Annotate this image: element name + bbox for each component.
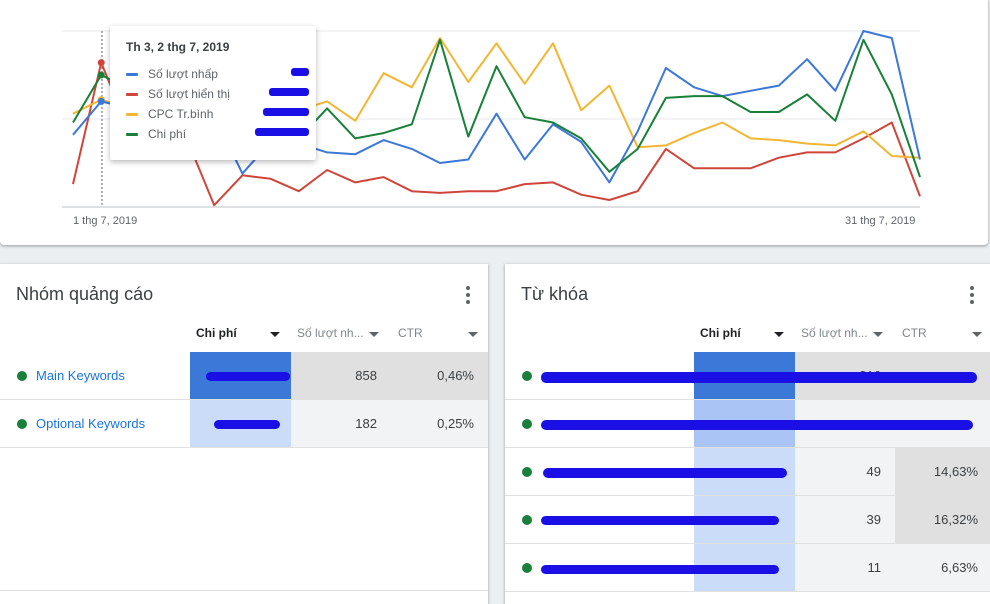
status-enabled-icon (17, 371, 27, 381)
dropdown-caret-icon (873, 332, 883, 337)
impressions-swatch (126, 93, 138, 96)
status-enabled-icon (522, 371, 532, 381)
redaction-scribble (206, 372, 290, 381)
cost-swatch (126, 133, 138, 136)
column-header-ctr[interactable]: CTR (392, 320, 488, 353)
redaction-scribble (541, 516, 779, 525)
tooltip-label: CPC Tr.bình (148, 107, 214, 121)
column-header-clicks[interactable]: Số lượt nh... (795, 320, 893, 353)
tooltip-label: Số lượt nhấp (148, 67, 218, 81)
clicks-cell: 39 (795, 496, 895, 543)
ctr-value: 0,46% (437, 368, 474, 383)
clicks-value: 182 (355, 416, 377, 431)
hover-point-3 (97, 71, 105, 79)
status-enabled-icon (522, 515, 532, 525)
ctr-cell: 0,46% (391, 352, 488, 399)
header-label: Chi phí (700, 326, 741, 340)
table-row[interactable]: Main Keywords 858 0,46% (0, 352, 488, 400)
redaction-scribble (263, 108, 309, 116)
x-tick-start: 1 thg 7, 2019 (73, 215, 138, 227)
redaction-scribble (541, 565, 779, 574)
clicks-cell: 182 (291, 400, 391, 447)
tooltip-row-clicks: Số lượt nhấp (126, 66, 311, 82)
clicks-value: 49 (866, 464, 881, 479)
header-label: Số lượt nh... (297, 326, 364, 340)
tooltip-label: Chi phí (148, 127, 187, 141)
sort-caret-icon (270, 332, 280, 337)
dropdown-caret-icon (468, 332, 478, 337)
clicks-cell: 858 (291, 352, 391, 399)
table-row[interactable]: 316 (505, 352, 990, 400)
table-row[interactable]: 49 14,63% (505, 448, 990, 496)
redaction-scribble (291, 68, 309, 76)
table-row[interactable]: 39 16,32% (505, 496, 990, 544)
table-row[interactable] (505, 400, 990, 448)
clicks-value: 39 (866, 512, 881, 527)
hover-point-1 (97, 59, 105, 67)
avg-cpc-swatch (126, 113, 138, 116)
keywords-card: Từ khóa Chi phí Số lượt nh... CTR 316 49 (505, 264, 990, 604)
header-label: Số lượt nh... (801, 326, 868, 340)
keywords-title: Từ khóa (521, 284, 589, 304)
chart-tooltip: Th 3, 2 thg 7, 2019 Số lượt nhấp Số lượt… (110, 26, 316, 160)
redaction-scribble (214, 420, 280, 429)
tooltip-date: Th 3, 2 thg 7, 2019 (126, 40, 230, 54)
ctr-cell: 14,63% (895, 448, 990, 495)
more-vert-icon[interactable] (466, 286, 470, 304)
column-header-clicks[interactable]: Số lượt nh... (291, 320, 389, 353)
adgroups-card: Nhóm quảng cáo Chi phí Số lượt nh... CTR… (0, 264, 488, 604)
adgroup-link[interactable]: Optional Keywords (36, 416, 145, 431)
status-enabled-icon (522, 419, 532, 429)
x-tick-end: 31 thg 7, 2019 (845, 215, 916, 227)
adgroup-link[interactable]: Main Keywords (36, 368, 125, 383)
status-enabled-icon (522, 467, 532, 477)
ctr-value: 0,25% (437, 416, 474, 431)
more-vert-icon[interactable] (970, 286, 974, 304)
header-label: CTR (398, 326, 423, 340)
clicks-cell: 49 (795, 448, 895, 495)
ctr-cell: 6,63% (895, 544, 990, 591)
ctr-value: 14,63% (933, 464, 978, 479)
adgroups-title: Nhóm quảng cáo (16, 284, 154, 304)
clicks-value: 11 (867, 560, 882, 575)
performance-chart-card: 1 thg 7, 2019 31 thg 7, 2019 Th 3, 2 thg… (0, 0, 988, 245)
redaction-scribble (543, 468, 787, 478)
sort-caret-icon (774, 332, 784, 337)
cost-cell (190, 352, 291, 399)
clicks-value: 858 (355, 368, 377, 383)
cost-cell (190, 400, 291, 447)
dropdown-caret-icon (369, 332, 379, 337)
dropdown-caret-icon (972, 332, 982, 337)
table-row[interactable]: 11 6,63% (505, 544, 990, 592)
status-enabled-icon (522, 563, 532, 573)
table-row[interactable]: Optional Keywords 182 0,25% (0, 400, 488, 448)
header-label: Chi phí (196, 326, 237, 340)
tooltip-label: Số lượt hiển thị (148, 87, 230, 101)
ctr-cell: 16,32% (895, 496, 990, 543)
tooltip-row-impressions: Số lượt hiển thị 92.337 (126, 86, 311, 102)
hover-point-0 (97, 97, 105, 105)
ctr-value: 16,32% (933, 512, 978, 527)
ctr-value: 6,63% (941, 560, 978, 575)
tooltip-row-avg-cpc: CPC Tr.bình 1.578 ₫ (126, 106, 311, 122)
redaction-scribble (269, 88, 309, 96)
tooltip-row-cost: Chi phí (126, 126, 311, 142)
status-enabled-icon (17, 419, 27, 429)
redaction-scribble (255, 128, 309, 136)
column-header-cost[interactable]: Chi phí (190, 320, 290, 354)
column-header-cost[interactable]: Chi phí (694, 320, 794, 354)
redaction-scribble (541, 420, 973, 430)
column-header-ctr[interactable]: CTR (896, 320, 990, 353)
redaction-scribble (541, 372, 977, 383)
table-divider (0, 590, 488, 591)
ctr-cell: 0,25% (391, 400, 488, 447)
header-label: CTR (902, 326, 927, 340)
clicks-swatch (126, 73, 138, 76)
clicks-cell: 11 (795, 544, 895, 591)
